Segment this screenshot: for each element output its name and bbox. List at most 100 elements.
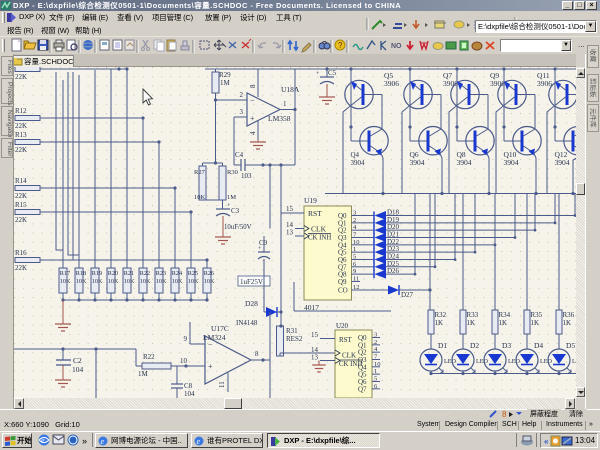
svg-text:2: 2	[353, 217, 356, 224]
svg-text:R19: R19	[92, 270, 102, 277]
svg-text:3904: 3904	[410, 158, 425, 167]
svg-text:10K: 10K	[140, 278, 151, 285]
svg-text:3906: 3906	[384, 79, 399, 88]
svg-text:Q9: Q9	[338, 278, 347, 286]
svg-text:D4: D4	[534, 341, 543, 350]
svg-text:R16: R16	[15, 249, 27, 257]
svg-text:LED: LED	[444, 358, 457, 365]
svg-text:9: 9	[353, 268, 356, 275]
svg-text:R29: R29	[219, 71, 231, 79]
svg-text:Q7: Q7	[358, 385, 367, 393]
svg-text:8: 8	[249, 84, 257, 88]
svg-text:CLK: CLK	[342, 352, 356, 360]
svg-text:R30: R30	[227, 169, 238, 176]
svg-text:3: 3	[353, 210, 356, 217]
svg-text:LED: LED	[540, 358, 553, 365]
svg-text:D2: D2	[470, 341, 479, 350]
svg-text:1uF25V: 1uF25V	[240, 278, 263, 286]
svg-text:D27: D27	[401, 291, 414, 299]
svg-text:LED: LED	[476, 358, 489, 365]
svg-text:R21: R21	[124, 270, 134, 277]
svg-text:22K: 22K	[15, 264, 27, 272]
svg-text:10K: 10K	[188, 278, 199, 285]
svg-text:22K: 22K	[15, 216, 27, 224]
svg-text:R17: R17	[60, 270, 70, 277]
svg-text:3904: 3904	[457, 158, 472, 167]
svg-text:R27: R27	[194, 169, 206, 176]
svg-text:C4: C4	[235, 151, 244, 159]
svg-text:C8: C8	[184, 382, 193, 390]
svg-text:4: 4	[249, 131, 257, 135]
svg-text:+: +	[208, 362, 213, 371]
svg-text:R32: R32	[435, 311, 447, 319]
svg-text:3904: 3904	[351, 159, 366, 167]
svg-text:10K: 10K	[204, 278, 215, 285]
svg-text:e: e	[197, 437, 201, 446]
svg-text:RES2: RES2	[286, 335, 303, 343]
svg-text:LM358: LM358	[268, 114, 291, 123]
svg-text:2: 2	[374, 339, 377, 346]
svg-text:U19: U19	[304, 196, 317, 205]
svg-text:R15: R15	[15, 201, 27, 209]
svg-text:R31: R31	[286, 327, 298, 335]
svg-text:Q4: Q4	[351, 151, 360, 159]
svg-text:8: 8	[255, 350, 259, 358]
svg-text:RST: RST	[308, 209, 322, 218]
svg-text:1K: 1K	[531, 319, 540, 327]
svg-text:1M: 1M	[138, 370, 149, 378]
svg-text:104: 104	[184, 390, 195, 398]
svg-text:R18: R18	[76, 270, 86, 277]
svg-text:22K: 22K	[15, 122, 27, 130]
svg-text:15: 15	[286, 205, 294, 213]
svg-text:R14: R14	[15, 177, 27, 185]
svg-text:R25: R25	[188, 270, 198, 277]
svg-text:C3: C3	[231, 207, 240, 215]
svg-text:CO: CO	[338, 287, 348, 295]
svg-text:10K: 10K	[124, 278, 135, 285]
svg-text:−: −	[250, 96, 255, 105]
svg-text:1: 1	[353, 246, 356, 253]
svg-text:104: 104	[72, 365, 84, 374]
svg-text:10K: 10K	[172, 278, 183, 285]
svg-text:1: 1	[374, 368, 377, 375]
svg-text:CLK: CLK	[311, 225, 327, 234]
svg-text:10K: 10K	[156, 278, 167, 285]
svg-text:22K: 22K	[15, 146, 27, 154]
svg-text:R33: R33	[467, 311, 479, 319]
svg-text:e: e	[101, 437, 105, 446]
svg-text:8: 8	[502, 410, 507, 419]
svg-text:1K: 1K	[563, 319, 572, 327]
svg-text:1: 1	[283, 100, 287, 108]
svg-text:LED: LED	[508, 358, 521, 365]
svg-text:9: 9	[184, 335, 188, 343]
svg-text:15: 15	[311, 331, 319, 339]
svg-text:R26: R26	[204, 270, 214, 277]
svg-text:R35: R35	[531, 311, 543, 319]
svg-text:1K: 1K	[435, 319, 444, 327]
svg-text:R22: R22	[140, 270, 150, 277]
svg-text:13: 13	[286, 229, 294, 237]
svg-text:+: +	[250, 114, 255, 123]
svg-text:10: 10	[374, 361, 381, 368]
svg-text:C5: C5	[328, 69, 337, 77]
svg-text:11: 11	[218, 381, 226, 388]
svg-text:LM324: LM324	[203, 333, 226, 342]
svg-text:5: 5	[374, 375, 377, 382]
svg-text:3: 3	[240, 108, 244, 116]
svg-text:«: «	[544, 437, 549, 446]
svg-text:U17C: U17C	[211, 324, 229, 333]
svg-text:R34: R34	[499, 311, 511, 319]
svg-text:13: 13	[311, 354, 319, 362]
svg-text:RST: RST	[339, 336, 353, 344]
svg-text:U20: U20	[336, 322, 349, 330]
svg-text:3904: 3904	[555, 158, 570, 167]
svg-text:R13: R13	[15, 131, 27, 139]
svg-text:»: »	[82, 436, 87, 446]
svg-text:3: 3	[374, 332, 377, 339]
svg-text:1M: 1M	[220, 79, 231, 87]
svg-text:10K: 10K	[76, 278, 87, 285]
svg-text:U18A: U18A	[281, 85, 300, 94]
svg-text:1M: 1M	[227, 194, 236, 201]
svg-text:C9: C9	[259, 239, 268, 247]
svg-text:CK INH: CK INH	[308, 235, 331, 242]
